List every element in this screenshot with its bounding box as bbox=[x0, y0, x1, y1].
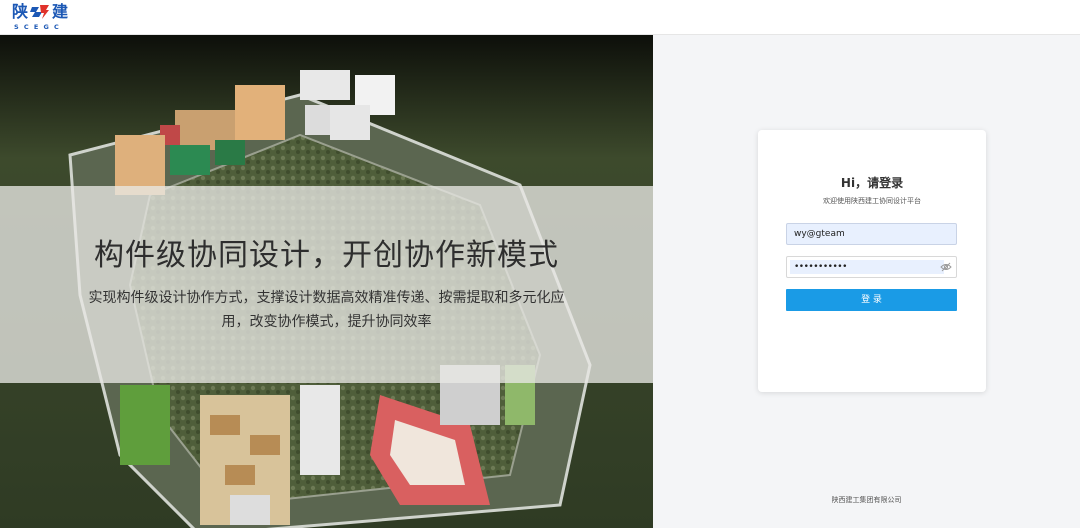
logo-char-left: 陕 bbox=[12, 2, 29, 21]
hero-banner: 构件级协同设计，开创协作新模式 实现构件级设计协作方式，支撑设计数据高效精准传递… bbox=[0, 35, 653, 528]
eye-slash-icon[interactable] bbox=[940, 261, 952, 273]
company-logo[interactable]: 陕 建 SCEGC bbox=[12, 2, 74, 32]
logo-subtitle: SCEGC bbox=[14, 23, 64, 31]
password-field[interactable]: ••••••••••• bbox=[786, 256, 957, 278]
logo-mark-icon bbox=[30, 5, 50, 19]
login-button[interactable]: 登 录 bbox=[786, 289, 957, 311]
logo-char-right: 建 bbox=[52, 2, 69, 21]
login-subtitle: 欢迎使用陕西建工协同设计平台 bbox=[823, 197, 921, 205]
login-title: Hi，请登录 bbox=[840, 176, 904, 190]
username-field[interactable]: wy@gteam bbox=[786, 223, 957, 245]
top-bar: 陕 建 SCEGC bbox=[0, 0, 1080, 35]
footer-company: 陕西建工集团有限公司 bbox=[831, 496, 902, 504]
login-card: Hi，请登录 欢迎使用陕西建工协同设计平台 wy@gteam •••••••••… bbox=[758, 130, 986, 392]
hero-description: 实现构件级设计协作方式，支撑设计数据高效精准传递、按需提取和多元化应用，改变协作… bbox=[88, 290, 565, 330]
hero-text-overlay bbox=[0, 186, 653, 383]
hero-title: 构件级协同设计，开创协作新模式 bbox=[94, 238, 559, 273]
password-value: ••••••••••• bbox=[790, 260, 944, 274]
